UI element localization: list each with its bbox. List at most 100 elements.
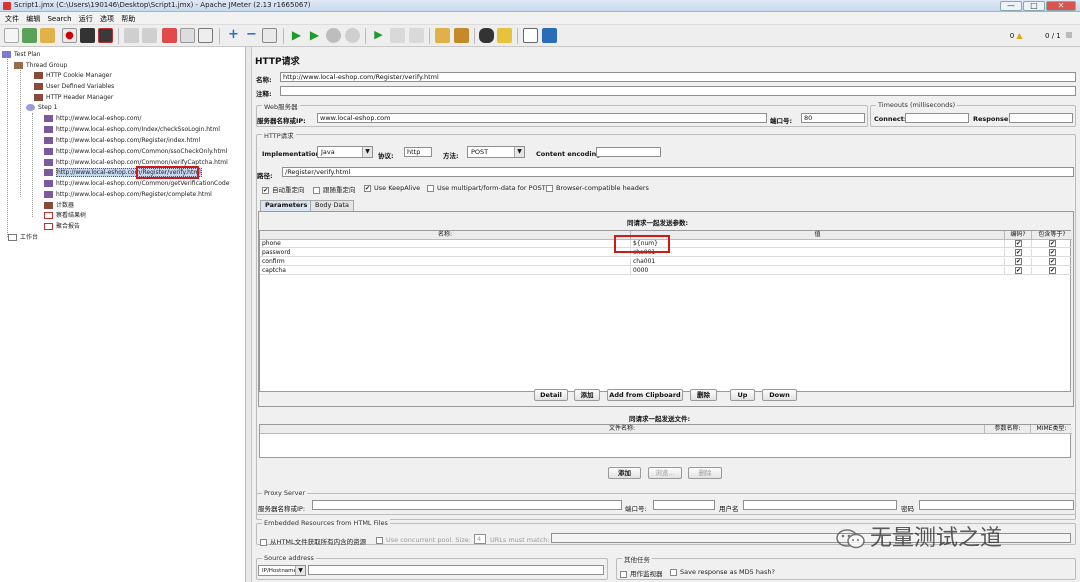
paste-icon[interactable] bbox=[198, 28, 213, 43]
toggle-icon[interactable] bbox=[262, 28, 277, 43]
remote-start-icon[interactable]: ▶ bbox=[371, 28, 386, 43]
col-header-file-path[interactable]: 文件名称: bbox=[260, 425, 985, 434]
up-button[interactable]: Up bbox=[730, 389, 755, 401]
menu-options[interactable]: 选项 bbox=[100, 14, 114, 24]
md5-hash-checkbox[interactable]: Save response as MD5 hash? bbox=[670, 568, 775, 576]
search-icon[interactable] bbox=[479, 28, 494, 43]
close-file-icon[interactable]: ● bbox=[62, 28, 77, 43]
tree-node-header-manager[interactable]: HTTP Header Manager bbox=[34, 93, 113, 102]
tree-node-request-8[interactable]: http://www.local-eshop.com/Register/comp… bbox=[44, 190, 212, 199]
param-value-cell[interactable]: cha001 bbox=[631, 258, 1005, 266]
tree-node-user-vars[interactable]: User Defined Variables bbox=[34, 82, 114, 91]
port-input[interactable]: 80 bbox=[801, 113, 865, 123]
redo-icon[interactable] bbox=[142, 28, 157, 43]
proxy-user-input[interactable] bbox=[743, 500, 897, 510]
multipart-checkbox[interactable]: Use multipart/form-data for POST bbox=[427, 184, 546, 192]
proxy-pass-input[interactable] bbox=[919, 500, 1074, 510]
menu-help[interactable]: 帮助 bbox=[121, 14, 135, 24]
path-input[interactable]: /Register/verify.html bbox=[282, 167, 1074, 177]
encode-checkbox[interactable]: ✔ bbox=[1015, 267, 1022, 274]
tree-node-request-2[interactable]: http://www.local-eshop.com/Index/checkSs… bbox=[44, 125, 220, 134]
tab-parameters[interactable]: Parameters bbox=[260, 200, 313, 211]
tree-node-cookie-manager[interactable]: HTTP Cookie Manager bbox=[34, 71, 112, 80]
reset-search-icon[interactable] bbox=[497, 28, 512, 43]
collapse-all-icon[interactable]: − bbox=[244, 28, 259, 43]
params-table[interactable]: 名称: 值 编码? 包含等于? phone ${num} password ch… bbox=[259, 230, 1072, 392]
save-as-icon[interactable] bbox=[98, 28, 113, 43]
param-name-cell[interactable]: phone bbox=[260, 240, 631, 248]
tree-node-step1[interactable]: Step 1 bbox=[26, 103, 57, 112]
auto-redirect-checkbox[interactable]: ✔ 自动重定向 bbox=[262, 184, 305, 194]
param-value-cell[interactable]: 0000 bbox=[631, 267, 1005, 275]
include-equals-checkbox[interactable]: ✔ bbox=[1049, 249, 1056, 256]
implementation-select[interactable]: Java ▼ bbox=[317, 146, 373, 158]
delete-file-button[interactable]: 删除 bbox=[688, 467, 722, 479]
comment-input[interactable] bbox=[280, 86, 1076, 96]
help-icon[interactable] bbox=[542, 28, 557, 43]
save-icon[interactable] bbox=[80, 28, 95, 43]
tab-body-data[interactable]: Body Data bbox=[310, 200, 354, 211]
minimize-button[interactable]: — bbox=[1000, 1, 1022, 11]
close-button[interactable]: ✕ bbox=[1046, 1, 1076, 11]
use-as-monitor-checkbox[interactable]: 用作监视器 bbox=[620, 568, 663, 578]
start-icon[interactable]: ▶ bbox=[289, 28, 304, 43]
encode-checkbox[interactable]: ✔ bbox=[1015, 240, 1022, 247]
warning-icon[interactable]: ▲ bbox=[1016, 31, 1022, 40]
encode-checkbox[interactable]: ✔ bbox=[1015, 258, 1022, 265]
concurrent-pool-checkbox[interactable]: Use concurrent pool. Size: bbox=[376, 536, 471, 544]
down-button[interactable]: Down bbox=[762, 389, 797, 401]
col-header-include-equals[interactable]: 包含等于? bbox=[1032, 231, 1072, 240]
remote-shutdown-icon[interactable] bbox=[409, 28, 424, 43]
start-no-timers-icon[interactable]: ▶ bbox=[307, 28, 322, 43]
follow-redirect-checkbox[interactable]: 跟随重定向 bbox=[313, 184, 356, 194]
templates-icon[interactable] bbox=[22, 28, 37, 43]
menu-edit[interactable]: 编辑 bbox=[26, 14, 40, 24]
tree-node-request-7[interactable]: http://www.local-eshop.com/Common/getVer… bbox=[44, 179, 229, 188]
tree-node-request-1[interactable]: http://www.local-eshop.com/ bbox=[44, 114, 141, 123]
protocol-input[interactable]: http bbox=[404, 147, 432, 157]
menu-run[interactable]: 运行 bbox=[79, 14, 93, 24]
encode-checkbox[interactable]: ✔ bbox=[1015, 249, 1022, 256]
proxy-server-input[interactable] bbox=[312, 500, 622, 510]
tree-node-thread-group[interactable]: Thread Group bbox=[14, 61, 67, 70]
response-timeout-input[interactable] bbox=[1009, 113, 1073, 123]
col-header-param-name[interactable]: 参数名称: bbox=[985, 425, 1031, 434]
tree-node-aggregate-report[interactable]: 聚合报告 bbox=[44, 222, 80, 231]
function-helper-icon[interactable] bbox=[523, 28, 538, 43]
tree-node-test-plan[interactable]: Test Plan bbox=[2, 50, 41, 59]
col-header-value[interactable]: 值 bbox=[631, 231, 1005, 240]
col-header-encode[interactable]: 编码? bbox=[1005, 231, 1032, 240]
browse-file-button[interactable]: 浏览... bbox=[648, 467, 682, 479]
source-type-select[interactable]: IP/Hostname ▼ bbox=[258, 565, 306, 576]
pool-size-input[interactable]: 4 bbox=[474, 534, 486, 544]
param-name-cell[interactable]: password bbox=[260, 249, 631, 257]
menu-search[interactable]: Search bbox=[47, 15, 71, 23]
name-input[interactable]: http://www.local-eshop.com/Register/veri… bbox=[280, 72, 1076, 82]
copy-icon[interactable] bbox=[180, 28, 195, 43]
open-icon[interactable] bbox=[40, 28, 55, 43]
connect-timeout-input[interactable] bbox=[905, 113, 969, 123]
undo-icon[interactable] bbox=[124, 28, 139, 43]
add-param-button[interactable]: 添加 bbox=[574, 389, 600, 401]
shutdown-icon[interactable] bbox=[345, 28, 360, 43]
include-equals-checkbox[interactable]: ✔ bbox=[1049, 258, 1056, 265]
retrieve-resources-checkbox[interactable]: 从HTML文件获取所有内含的资源 bbox=[260, 536, 366, 546]
stop-icon[interactable] bbox=[326, 28, 341, 43]
source-address-input[interactable] bbox=[308, 565, 604, 575]
test-plan-tree[interactable]: Test Plan Thread Group HTTP Cookie Manag… bbox=[0, 47, 246, 582]
browser-headers-checkbox[interactable]: Browser-compatible headers bbox=[546, 184, 649, 192]
clear-all-icon[interactable] bbox=[454, 28, 469, 43]
files-table[interactable]: 文件名称: 参数名称: MIME类型: bbox=[259, 424, 1072, 458]
param-value-cell[interactable]: ${num} bbox=[631, 240, 1005, 248]
col-header-name[interactable]: 名称: bbox=[260, 231, 631, 240]
server-input[interactable]: www.local-eshop.com bbox=[317, 113, 767, 123]
tree-node-results-tree[interactable]: 察看结果树 bbox=[44, 211, 86, 220]
add-file-button[interactable]: 添加 bbox=[608, 467, 641, 479]
tree-node-request-3[interactable]: http://www.local-eshop.com/Register/inde… bbox=[44, 136, 200, 145]
cut-icon[interactable] bbox=[162, 28, 177, 43]
tree-node-counter[interactable]: 计数器 bbox=[44, 201, 74, 210]
col-header-mime[interactable]: MIME类型: bbox=[1031, 425, 1072, 434]
param-value-cell[interactable]: cha001 bbox=[631, 249, 1005, 257]
delete-param-button[interactable]: 删除 bbox=[690, 389, 717, 401]
param-name-cell[interactable]: captcha bbox=[260, 267, 631, 275]
